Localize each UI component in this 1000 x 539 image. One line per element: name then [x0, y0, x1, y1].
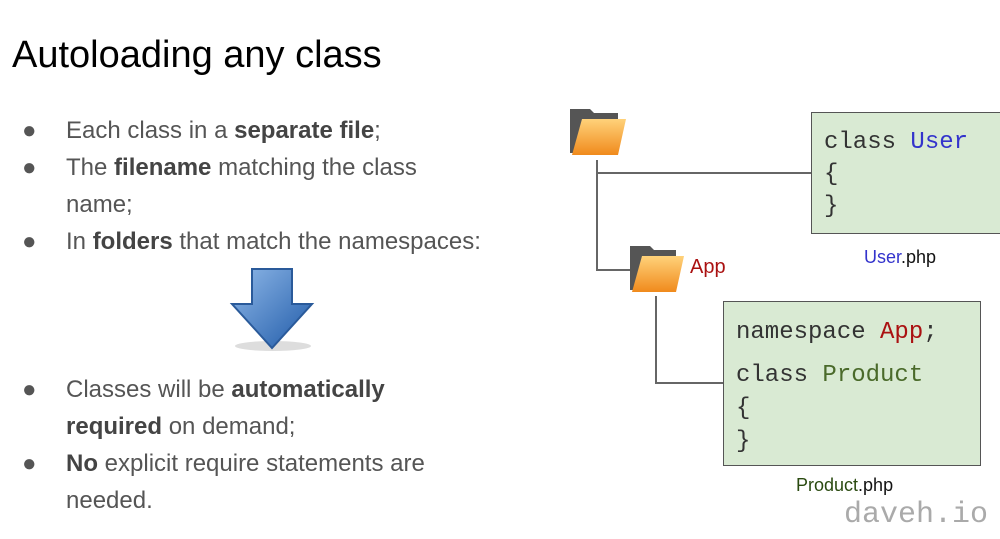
folder-icon [570, 109, 626, 155]
class-name: Product [822, 362, 924, 389]
user-code-box: class User { } [811, 112, 1000, 234]
folder-icon [630, 246, 684, 292]
user-filename: User.php [864, 247, 936, 268]
text: In [66, 228, 93, 255]
bullet-text: No explicit require statements are neede… [66, 445, 486, 519]
bold-text: No [66, 450, 98, 477]
text: ; [374, 117, 381, 144]
brand-watermark: daveh.io [843, 498, 988, 532]
text: Classes will be [66, 376, 232, 403]
text: Each class in a [66, 117, 235, 144]
file-ext: .php [858, 475, 894, 495]
tree-line [596, 172, 812, 174]
file-ext: .php [901, 247, 937, 267]
bullet-text: In folders that match the namespaces: [66, 223, 546, 260]
tree-line [655, 296, 657, 384]
bullet-text: Each class in a separate file; [66, 112, 546, 149]
tree-line [596, 160, 598, 271]
semicolon: ; [923, 319, 938, 346]
bullet-text: The filename matching the class name; [66, 149, 486, 223]
arrow-down-icon [229, 268, 315, 351]
bullet-dot: ● [22, 376, 37, 403]
text: explicit require statements are needed. [66, 450, 425, 514]
text: The [66, 154, 115, 181]
file-name: Product [796, 475, 859, 495]
bullet-text: Classes will be automatically required o… [66, 371, 466, 445]
class-name: User [910, 129, 969, 156]
brace: } [736, 428, 751, 455]
keyword: namespace [736, 319, 866, 346]
tree-line [596, 269, 630, 271]
bold-text: folders [92, 228, 173, 255]
brace: } [824, 193, 839, 220]
text: that match the namespaces: [172, 228, 481, 255]
brace: { [824, 161, 839, 188]
keyword: class [824, 129, 897, 156]
bullet-dot: ● [22, 450, 37, 477]
bold-text: filename [114, 154, 212, 181]
bullet-dot: ● [22, 154, 37, 181]
keyword: class [736, 362, 809, 389]
product-code-box: namespace App; class Product { } [723, 301, 981, 466]
namespace-name: App [880, 319, 924, 346]
bold-text: separate file [234, 117, 375, 144]
tree-line [655, 382, 724, 384]
file-name: User [864, 247, 902, 267]
product-filename: Product.php [796, 475, 893, 496]
brace: { [736, 395, 751, 422]
text: on demand; [162, 413, 296, 440]
bullet-dot: ● [22, 117, 37, 144]
folder-label: App [690, 256, 726, 278]
slide-title: Autoloading any class [12, 34, 382, 76]
bullet-dot: ● [22, 228, 37, 255]
